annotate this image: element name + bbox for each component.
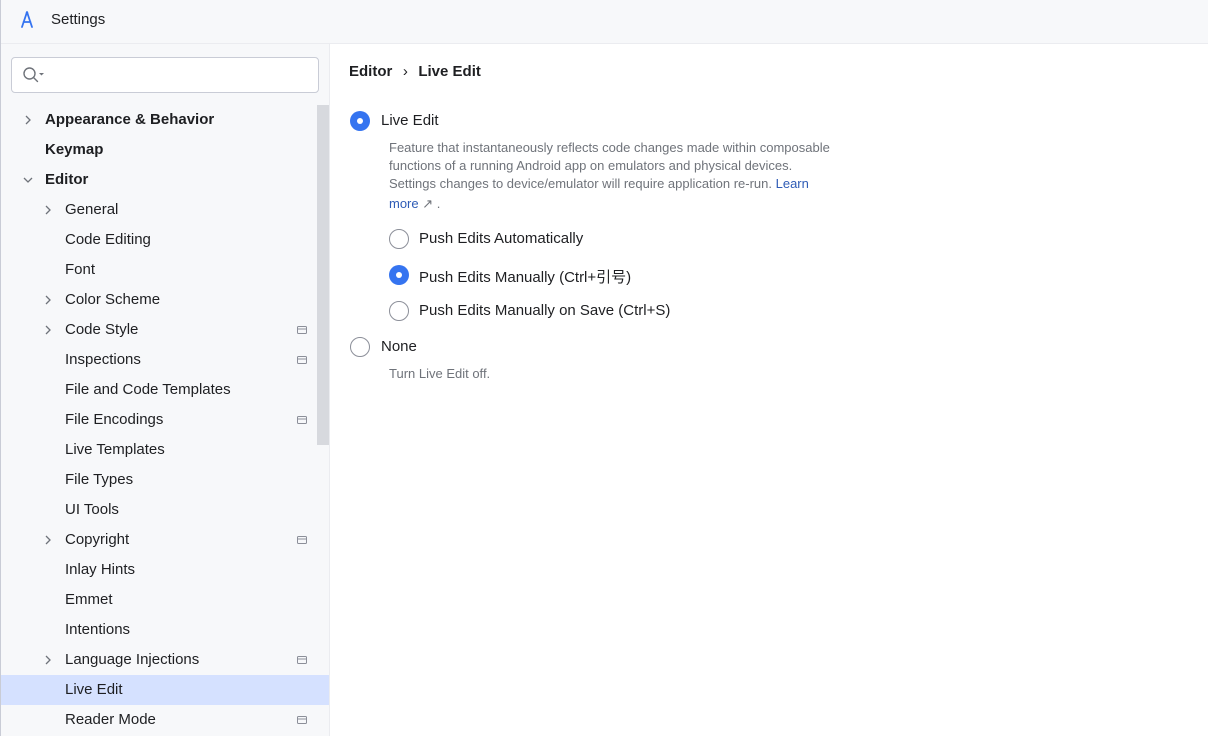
tree-item-label: Language Injections xyxy=(65,651,200,668)
description-line: functions of a running Android app on em… xyxy=(389,158,793,173)
tree-item-label: Keymap xyxy=(45,141,104,158)
push-edits-on-save-label[interactable]: Push Edits Manually on Save (Ctrl+S) xyxy=(419,302,670,319)
description-line: more ↗ . xyxy=(389,196,441,211)
live-edit-description: Feature that instantaneously reflects co… xyxy=(389,139,909,213)
tree-item-file-types[interactable]: File Types xyxy=(1,465,315,495)
tree-item-label: UI Tools xyxy=(65,501,119,518)
tree-item-code-style[interactable]: Code Style xyxy=(1,315,315,345)
search-box[interactable] xyxy=(11,57,319,93)
tree-item-label: Font xyxy=(65,261,96,278)
android-studio-logo-icon xyxy=(21,11,33,28)
project-level-icon xyxy=(297,416,307,424)
learn-more-link-cont[interactable]: more xyxy=(389,196,419,211)
description-line: Settings changes to device/emulator will… xyxy=(389,176,809,191)
breadcrumb-parent[interactable]: Editor xyxy=(349,63,392,80)
tree-item-color-scheme[interactable]: Color Scheme xyxy=(1,285,315,315)
settings-tree: Appearance & Behavior Keymap Editor General… xyxy=(1,105,329,735)
tree-item-label: Live Edit xyxy=(65,681,123,698)
title-bar: Settings xyxy=(1,0,1208,44)
tree-item-label: File and Code Templates xyxy=(65,381,231,398)
chevron-right-icon[interactable] xyxy=(42,534,54,546)
tree-item-reader-mode[interactable]: Reader Mode xyxy=(1,705,315,735)
tree-item-appearance-and-behavior[interactable]: Appearance & Behavior xyxy=(1,105,315,135)
chevron-right-icon[interactable] xyxy=(42,654,54,666)
tree-item-label: Inlay Hints xyxy=(65,561,136,578)
chevron-right-icon[interactable] xyxy=(42,294,54,306)
tree-item-label: Inspections xyxy=(65,351,141,368)
tree-item-emmet[interactable]: Emmet xyxy=(1,585,315,615)
project-level-icon xyxy=(297,356,307,364)
project-level-icon xyxy=(297,326,307,334)
settings-content: Editor › Live Edit Live Edit Feature that … xyxy=(331,44,1208,736)
tree-item-label: File Types xyxy=(65,471,134,488)
push-edits-manually-label[interactable]: Push Edits Manually (Ctrl+引号) xyxy=(419,266,631,287)
tree-item-intentions[interactable]: Intentions xyxy=(1,615,315,645)
search-input[interactable] xyxy=(48,64,314,88)
breadcrumb-current: Live Edit xyxy=(418,63,481,80)
tree-item-label: Live Templates xyxy=(65,441,165,458)
tree-item-label: Reader Mode xyxy=(65,711,156,728)
tree-item-inspections[interactable]: Inspections xyxy=(1,345,315,375)
tree-item-general[interactable]: General xyxy=(1,195,315,225)
tree-item-label: Copyright xyxy=(65,531,130,548)
settings-window: Settings Appearance & Behavior Keymap Edit… xyxy=(0,0,1208,736)
tree-item-label: Intentions xyxy=(65,621,131,638)
tree-item-file-encodings[interactable]: File Encodings xyxy=(1,405,315,435)
none-radio-label[interactable]: None xyxy=(381,338,417,355)
push-edits-automatically-radio[interactable] xyxy=(389,229,409,249)
none-description: Turn Live Edit off. xyxy=(389,366,491,381)
project-level-icon xyxy=(297,656,307,664)
tree-item-copyright[interactable]: Copyright xyxy=(1,525,315,555)
live-edit-radio[interactable] xyxy=(350,111,370,131)
push-edits-automatically-label[interactable]: Push Edits Automatically xyxy=(419,230,583,247)
tree-item-label: Emmet xyxy=(65,591,113,608)
tree-item-language-injections[interactable]: Language Injections xyxy=(1,645,315,675)
chevron-right-icon[interactable] xyxy=(22,114,34,126)
tree-item-label: File Encodings xyxy=(65,411,164,428)
project-level-icon xyxy=(297,536,307,544)
tree-item-label: Code Editing xyxy=(65,231,151,248)
breadcrumb: Editor › Live Edit xyxy=(349,63,481,80)
tree-item-code-editing[interactable]: Code Editing xyxy=(1,225,315,255)
project-level-icon xyxy=(297,716,307,724)
tree-item-editor[interactable]: Editor xyxy=(1,165,315,195)
tree-item-keymap[interactable]: Keymap xyxy=(1,135,315,165)
tree-item-label: General xyxy=(65,201,119,218)
chevron-right-icon[interactable] xyxy=(42,204,54,216)
sidebar-scrollbar[interactable] xyxy=(317,105,329,445)
tree-item-label: Code Style xyxy=(65,321,139,338)
push-edits-on-save-radio[interactable] xyxy=(389,301,409,321)
tree-item-live-edit[interactable]: Live Edit xyxy=(1,675,329,705)
learn-more-link[interactable]: Learn xyxy=(776,176,809,191)
tree-item-label: Editor xyxy=(45,171,89,188)
tree-item-file-and-code-templates[interactable]: File and Code Templates xyxy=(1,375,315,405)
search-icon[interactable] xyxy=(22,66,46,84)
external-link-icon[interactable]: ↗ xyxy=(422,196,433,211)
live-edit-radio-label[interactable]: Live Edit xyxy=(381,112,439,129)
tree-item-font[interactable]: Font xyxy=(1,255,315,285)
window-title: Settings xyxy=(51,11,106,28)
chevron-down-icon[interactable] xyxy=(22,174,34,186)
breadcrumb-separator: › xyxy=(402,63,408,80)
chevron-right-icon[interactable] xyxy=(42,324,54,336)
tree-item-live-templates[interactable]: Live Templates xyxy=(1,435,315,465)
settings-sidebar: Appearance & Behavior Keymap Editor General… xyxy=(1,44,330,736)
tree-item-inlay-hints[interactable]: Inlay Hints xyxy=(1,555,315,585)
none-radio[interactable] xyxy=(350,337,370,357)
tree-item-label: Appearance & Behavior xyxy=(45,111,215,128)
tree-item-label: Color Scheme xyxy=(65,291,161,308)
tree-item-ui-tools[interactable]: UI Tools xyxy=(1,495,315,525)
push-edits-manually-radio[interactable] xyxy=(389,265,409,285)
description-line: Feature that instantaneously reflects co… xyxy=(389,140,830,155)
